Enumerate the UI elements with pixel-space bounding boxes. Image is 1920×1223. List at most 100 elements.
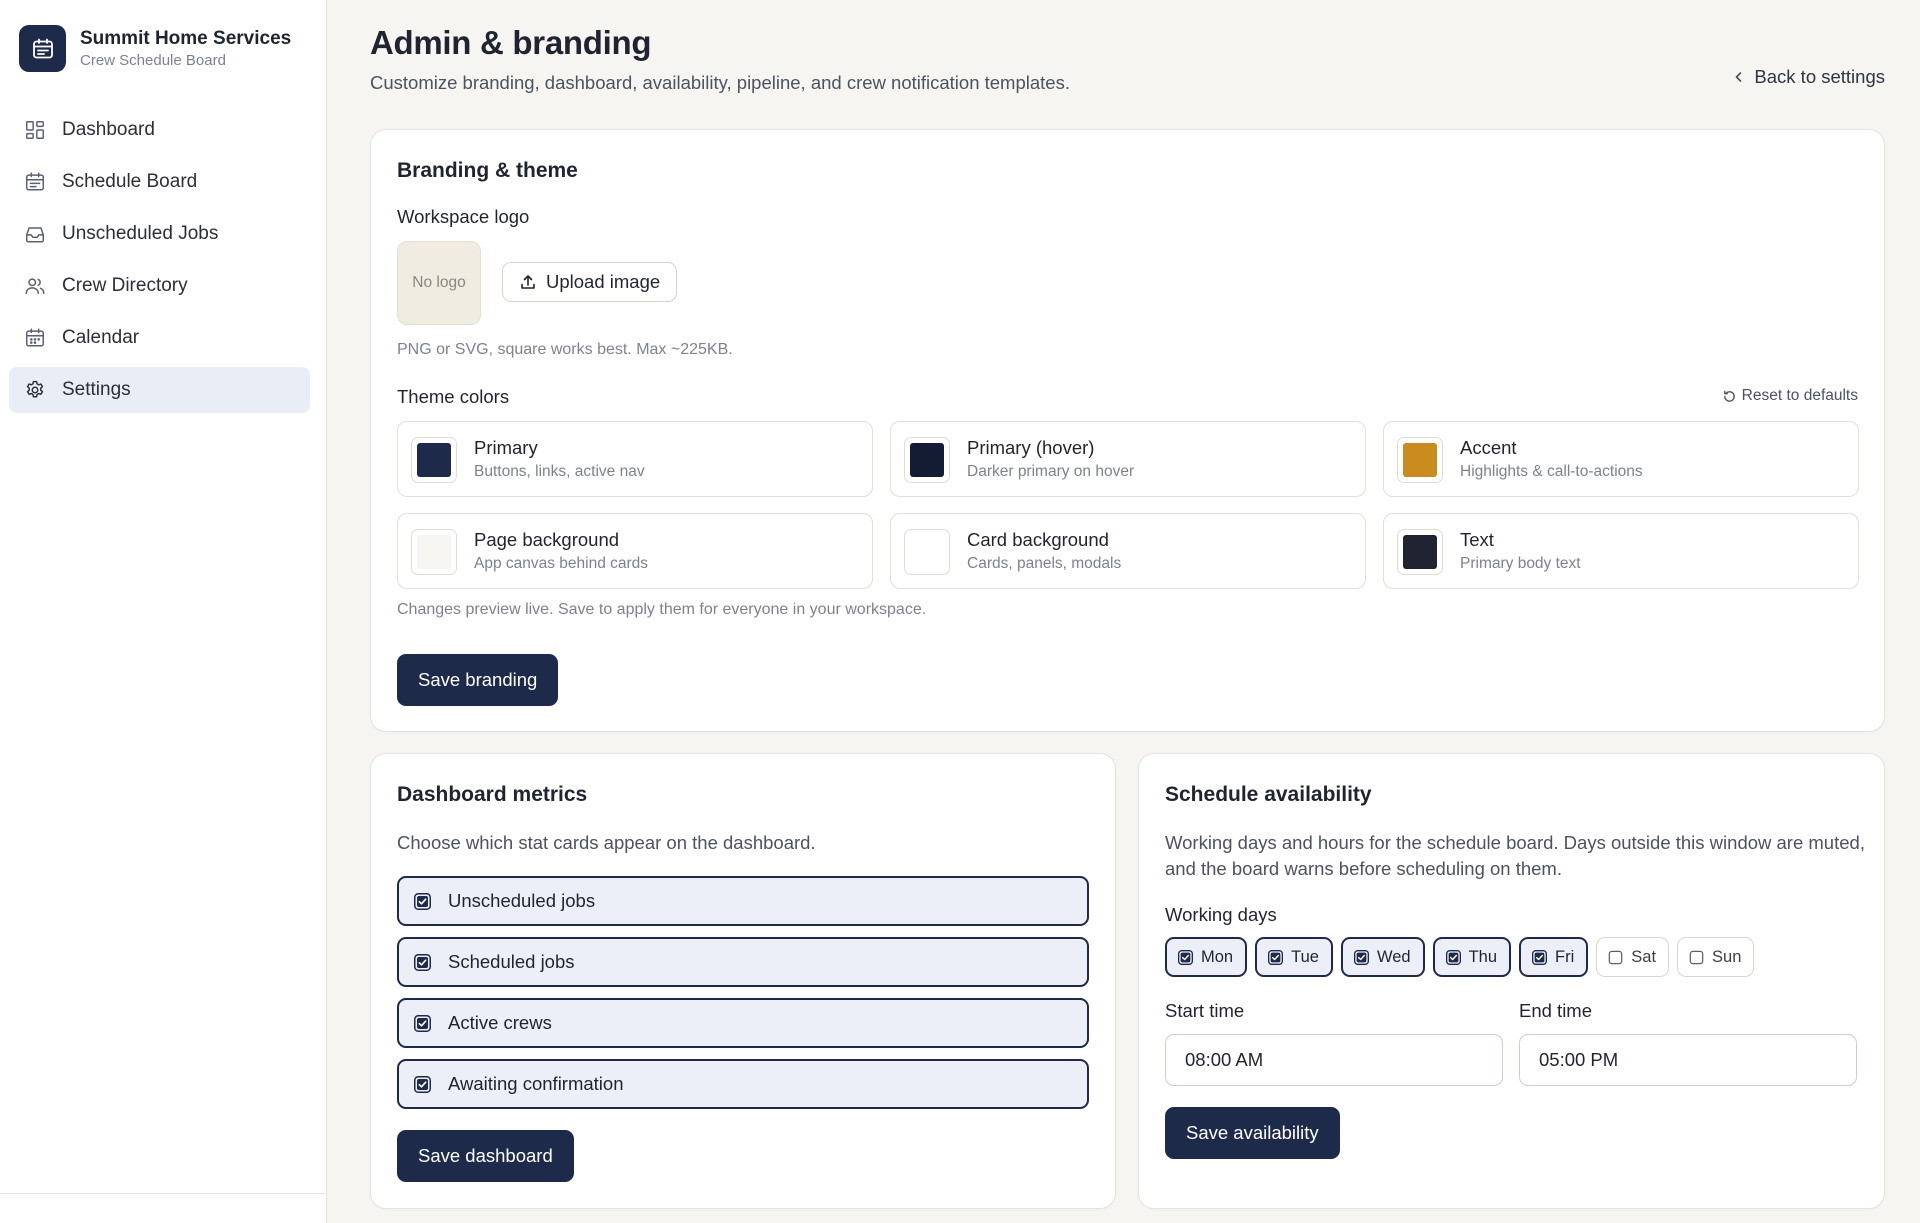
sidebar-item-dashboard[interactable]: Dashboard bbox=[9, 107, 310, 153]
metric-toggle-scheduled-jobs[interactable]: Scheduled jobs bbox=[397, 937, 1089, 987]
sidebar-item-label: Dashboard bbox=[62, 119, 155, 140]
sidebar-item-label: Schedule Board bbox=[62, 171, 198, 192]
day-label: Sun bbox=[1712, 947, 1742, 966]
checkbox-unchecked-icon bbox=[1689, 950, 1704, 964]
checkbox-checked-icon bbox=[1178, 949, 1193, 965]
color-chip[interactable] bbox=[904, 529, 950, 575]
working-days-label: Working days bbox=[1165, 904, 1277, 925]
metric-label: Scheduled jobs bbox=[448, 951, 575, 972]
color-chip[interactable] bbox=[411, 529, 457, 575]
preview-hint: Changes preview live. Save to apply them… bbox=[397, 601, 927, 618]
day-toggle-sun[interactable]: Sun bbox=[1677, 937, 1755, 977]
start-time-label: Start time bbox=[1165, 1000, 1245, 1021]
day-label: Sat bbox=[1631, 947, 1657, 966]
checkbox-checked-icon bbox=[1268, 949, 1284, 965]
sidebar-item-unscheduled-jobs[interactable]: Unscheduled Jobs bbox=[9, 211, 310, 257]
day-toggle-wed[interactable]: Wed bbox=[1340, 937, 1425, 977]
swatch-name: Accent bbox=[1460, 437, 1517, 458]
logo-hint: PNG or SVG, square works best. Max ~225K… bbox=[397, 341, 733, 358]
end-time-label: End time bbox=[1519, 1000, 1593, 1021]
workspace-logo-label: Workspace logo bbox=[397, 206, 530, 227]
day-toggle-thu[interactable]: Thu bbox=[1432, 937, 1512, 977]
branding-title: Branding & theme bbox=[397, 159, 578, 182]
users-icon bbox=[25, 278, 45, 295]
metric-toggle-active-crews[interactable]: Active crews bbox=[397, 998, 1089, 1048]
metric-label: Active crews bbox=[448, 1012, 552, 1033]
theme-colors-label: Theme colors bbox=[397, 386, 510, 407]
swatch-name: Page background bbox=[474, 529, 620, 550]
sidebar-footer-divider bbox=[0, 1193, 327, 1194]
checkbox-checked-icon[interactable] bbox=[414, 953, 431, 971]
day-label: Tue bbox=[1291, 947, 1319, 966]
color-swatch-accent[interactable]: Accent Highlights & call-to-actions bbox=[1383, 421, 1859, 497]
swatch-name: Primary (hover) bbox=[967, 437, 1095, 458]
metric-toggle-awaiting-confirmation[interactable]: Awaiting confirmation bbox=[397, 1059, 1089, 1109]
page-subtitle: Customize branding, dashboard, availabil… bbox=[370, 72, 1070, 93]
brand[interactable]: Summit Home Services Crew Schedule Board bbox=[19, 25, 291, 72]
color-swatch-primary-hover[interactable]: Primary (hover) Darker primary on hover bbox=[890, 421, 1366, 497]
swatch-desc: Darker primary on hover bbox=[967, 463, 1135, 480]
back-label: Back to settings bbox=[1754, 66, 1885, 87]
day-toggle-tue[interactable]: Tue bbox=[1255, 937, 1333, 977]
sidebar-item-calendar[interactable]: Calendar bbox=[9, 315, 310, 361]
start-time-input[interactable]: 08:00 AM bbox=[1165, 1034, 1503, 1086]
sidebar-nav: Dashboard Schedule Board Unscheduled Job… bbox=[9, 107, 310, 419]
upload-image-button[interactable]: Upload image bbox=[502, 262, 678, 302]
swatch-desc: Cards, panels, modals bbox=[967, 555, 1122, 572]
calendar-icon bbox=[26, 328, 44, 347]
availability-description: Working days and hours for the schedule … bbox=[1165, 832, 1865, 879]
checkbox-unchecked-icon bbox=[1608, 950, 1623, 964]
swatch-desc: Buttons, links, active nav bbox=[474, 463, 645, 480]
save-dashboard-button[interactable]: Save dashboard bbox=[397, 1130, 574, 1182]
save-availability-button[interactable]: Save availability bbox=[1165, 1107, 1340, 1159]
swatch-desc: Primary body text bbox=[1460, 555, 1581, 572]
color-swatch-primary[interactable]: Primary Buttons, links, active nav bbox=[397, 421, 873, 497]
checkbox-checked-icon[interactable] bbox=[414, 1075, 431, 1093]
save-branding-button[interactable]: Save branding bbox=[397, 654, 559, 706]
day-toggle-sat[interactable]: Sat bbox=[1596, 937, 1670, 977]
end-time-input[interactable]: 05:00 PM bbox=[1519, 1034, 1857, 1086]
day-label: Wed bbox=[1376, 947, 1411, 966]
chevron-left-icon bbox=[1736, 72, 1742, 82]
color-swatch-page-background[interactable]: Page background App canvas behind cards bbox=[397, 513, 873, 589]
checkbox-checked-icon bbox=[1445, 949, 1461, 965]
day-toggle-mon[interactable]: Mon bbox=[1165, 937, 1248, 977]
dashboard-icon bbox=[26, 121, 44, 139]
sidebar-item-label: Settings bbox=[62, 379, 131, 400]
sidebar-item-settings[interactable]: Settings bbox=[9, 367, 310, 413]
checkbox-checked-icon bbox=[1353, 949, 1369, 965]
metrics-description: Choose which stat cards appear on the da… bbox=[397, 832, 816, 853]
checkbox-checked-icon bbox=[1532, 949, 1548, 965]
color-chip[interactable] bbox=[904, 437, 950, 483]
metric-toggle-unscheduled-jobs[interactable]: Unscheduled jobs bbox=[397, 876, 1089, 926]
reset-to-defaults-link[interactable]: Reset to defaults bbox=[1722, 387, 1858, 405]
color-chip[interactable] bbox=[411, 437, 457, 483]
day-toggle-fri[interactable]: Fri bbox=[1519, 937, 1589, 977]
day-label: Fri bbox=[1555, 947, 1575, 966]
color-swatch-card-background[interactable]: Card background Cards, panels, modals bbox=[890, 513, 1366, 589]
sidebar: Summit Home Services Crew Schedule Board… bbox=[0, 0, 327, 1223]
swatch-desc: Highlights & call-to-actions bbox=[1460, 463, 1643, 480]
reset-label: Reset to defaults bbox=[1741, 387, 1858, 404]
sidebar-item-label: Crew Directory bbox=[62, 275, 188, 296]
swatch-desc: App canvas behind cards bbox=[474, 555, 649, 572]
checkbox-checked-icon[interactable] bbox=[414, 1014, 431, 1032]
inbox-icon bbox=[26, 227, 44, 243]
sidebar-item-crew-directory[interactable]: Crew Directory bbox=[9, 263, 310, 309]
color-chip[interactable] bbox=[1397, 437, 1443, 483]
reset-icon bbox=[1723, 390, 1735, 402]
sidebar-item-label: Unscheduled Jobs bbox=[62, 223, 219, 244]
sidebar-item-schedule-board[interactable]: Schedule Board bbox=[9, 159, 310, 205]
color-chip[interactable] bbox=[1397, 529, 1443, 575]
calendar-logo-icon bbox=[19, 25, 66, 72]
day-label: Thu bbox=[1468, 947, 1498, 966]
swatch-name: Card background bbox=[967, 529, 1109, 550]
brand-subtitle: Crew Schedule Board bbox=[80, 51, 226, 69]
checkbox-checked-icon[interactable] bbox=[414, 892, 431, 910]
page-title: Admin & branding bbox=[370, 24, 652, 61]
back-to-settings-link[interactable]: Back to settings bbox=[1732, 66, 1885, 88]
upload-label: Upload image bbox=[546, 271, 661, 292]
sidebar-item-label: Calendar bbox=[62, 327, 140, 348]
color-swatch-text[interactable]: Text Primary body text bbox=[1383, 513, 1859, 589]
branding-card: Branding & theme Workspace logo No logo … bbox=[370, 129, 1885, 732]
